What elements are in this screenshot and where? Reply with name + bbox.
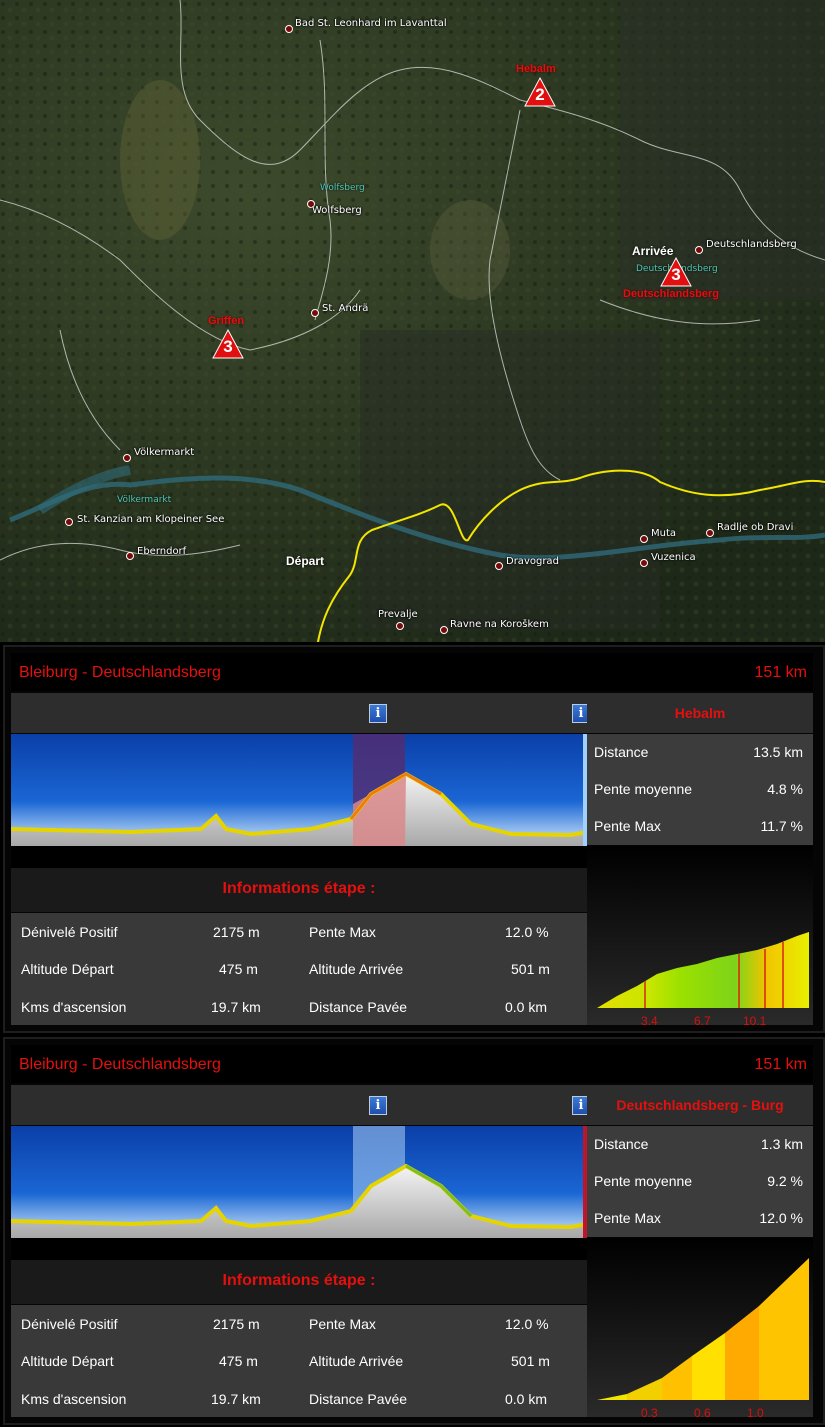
profile-chart [11, 1126, 587, 1238]
place-label: St. Kanzian am Klopeiner See [77, 514, 225, 525]
climb-mini-profile: 0.3 0.6 1.0 [587, 1238, 813, 1420]
selected-climb-name: Hebalm [587, 693, 813, 733]
etape-heading: Informations étape : [11, 868, 587, 912]
etape-label: Kms d'ascension [21, 1391, 127, 1407]
climb-mini-profile: 3.4 6.7 10.1 [587, 846, 813, 1028]
stat-value: 4.8 % [767, 781, 803, 797]
place-label: Muta [651, 528, 677, 539]
place-label: Deutschlandsberg [706, 239, 797, 250]
place-label: Eberndorf [137, 546, 187, 557]
stat-label: Distance [594, 1136, 649, 1152]
etape-value: 475 m [219, 1353, 258, 1369]
stat-value: 12.0 % [759, 1210, 803, 1226]
stat-value: 1.3 km [760, 1136, 803, 1152]
etape-value: 0.0 km [505, 999, 548, 1015]
mini-axis-tick: 10.1 [743, 1014, 767, 1028]
climb-info-bar: i i [11, 1085, 590, 1125]
panel-header: Bleiburg - Deutschlandsberg 151 km [11, 1045, 813, 1083]
stage-panel: Bleiburg - Deutschlandsberg 151 km i i D… [3, 1037, 825, 1425]
etape-label: Pente Max [309, 1316, 376, 1332]
etape-label: Altitude Départ [21, 961, 114, 977]
mini-axis-tick: 0.6 [694, 1406, 711, 1420]
stage-profile[interactable] [11, 1126, 587, 1238]
stat-value: 9.2 % [767, 1173, 803, 1189]
place-label: Völkermarkt [134, 447, 195, 458]
start-label: Départ [286, 554, 325, 568]
satellite-map[interactable]: Bad St. Leonhard im Lavanttal Wolfsberg … [0, 0, 825, 642]
water-label: Wolfsberg [320, 183, 365, 193]
etape-value: 19.7 km [211, 999, 261, 1015]
climb-marker[interactable]: 3 [211, 328, 245, 360]
etape-label: Altitude Arrivée [309, 1353, 404, 1369]
climb-name-label: Hebalm [516, 63, 556, 75]
map-terrain [0, 0, 825, 642]
climb-name-label: Deutschlandsberg [623, 288, 719, 300]
place-label: Radlje ob Dravi [717, 522, 794, 533]
stat-value: 13.5 km [753, 744, 803, 760]
stage-profile[interactable] [11, 734, 587, 846]
climb-gradient-chart [597, 932, 809, 1008]
etape-label: Altitude Arrivée [309, 961, 404, 977]
etape-value: 12.0 % [505, 924, 549, 940]
stat-value: 11.7 % [760, 818, 803, 834]
stage-title: Bleiburg - Deutschlandsberg [19, 1056, 221, 1073]
place-label: Dravograd [506, 556, 559, 567]
profile-chart [11, 734, 587, 846]
mini-axis-tick: 3.4 [641, 1014, 658, 1028]
profile-strip [11, 846, 587, 868]
etape-value: 12.0 % [505, 1316, 549, 1332]
climb-name-label: Griffen [208, 315, 245, 327]
etape-value: 501 m [511, 1353, 550, 1369]
stage-distance: 151 km [754, 664, 807, 681]
climb-gradient-chart [597, 1258, 809, 1400]
stat-label: Pente Max [594, 818, 661, 834]
etape-label: Distance Pavée [309, 999, 408, 1015]
climb-marker[interactable]: 2 [523, 76, 557, 108]
etape-label: Dénivelé Positif [21, 1316, 118, 1332]
climb-stats: Distance 13.5 km Pente moyenne 4.8 % Pen… [587, 734, 813, 845]
place-label: Wolfsberg [312, 205, 362, 216]
stage-distance: 151 km [754, 1056, 807, 1073]
etape-info-grid: Dénivelé Positif 2175 m Pente Max 12.0 %… [11, 913, 587, 1025]
stat-label: Distance [594, 744, 649, 760]
climb-info-bar: i i [11, 693, 590, 733]
panel-header: Bleiburg - Deutschlandsberg 151 km [11, 653, 813, 691]
mini-axis-tick: 0.3 [641, 1406, 658, 1420]
place-label: Bad St. Leonhard im Lavanttal [295, 18, 447, 29]
etape-heading: Informations étape : [11, 1260, 587, 1304]
info-icon[interactable]: i [369, 704, 387, 723]
climb-stats: Distance 1.3 km Pente moyenne 9.2 % Pent… [587, 1126, 813, 1237]
etape-value: 475 m [219, 961, 258, 977]
place-label: Ravne na Koroškem [450, 619, 549, 630]
selected-climb-name: Deutschlandsberg - Burg [587, 1085, 813, 1125]
stage-title: Bleiburg - Deutschlandsberg [19, 664, 221, 681]
profile-strip [11, 1238, 587, 1260]
etape-label: Altitude Départ [21, 1353, 114, 1369]
climb-category: 3 [223, 337, 233, 356]
etape-value: 0.0 km [505, 1391, 548, 1407]
stat-label: Pente moyenne [594, 781, 693, 797]
mini-axis-tick: 1.0 [747, 1406, 764, 1420]
mini-axis-tick: 6.7 [694, 1014, 711, 1028]
place-label: St. Andrä [322, 303, 369, 314]
stat-label: Pente moyenne [594, 1173, 693, 1189]
climb-category: 3 [671, 265, 681, 284]
etape-label: Dénivelé Positif [21, 924, 118, 940]
etape-label: Pente Max [309, 924, 376, 940]
etape-value: 501 m [511, 961, 550, 977]
stat-label: Pente Max [594, 1210, 661, 1226]
etape-label: Kms d'ascension [21, 999, 127, 1015]
climb-marker[interactable]: 3 [659, 256, 693, 288]
etape-value: 19.7 km [211, 1391, 261, 1407]
place-label: Vuzenica [651, 552, 696, 563]
info-icon[interactable]: i [369, 1096, 387, 1115]
etape-value: 2175 m [213, 1316, 260, 1332]
water-label: Völkermarkt [117, 495, 172, 505]
place-label: Prevalje [378, 609, 418, 620]
stage-panel: Bleiburg - Deutschlandsberg 151 km i i H… [3, 645, 825, 1033]
etape-label: Distance Pavée [309, 1391, 408, 1407]
etape-info-grid: Dénivelé Positif 2175 m Pente Max 12.0 %… [11, 1305, 587, 1417]
etape-value: 2175 m [213, 924, 260, 940]
climb-category: 2 [535, 85, 545, 104]
